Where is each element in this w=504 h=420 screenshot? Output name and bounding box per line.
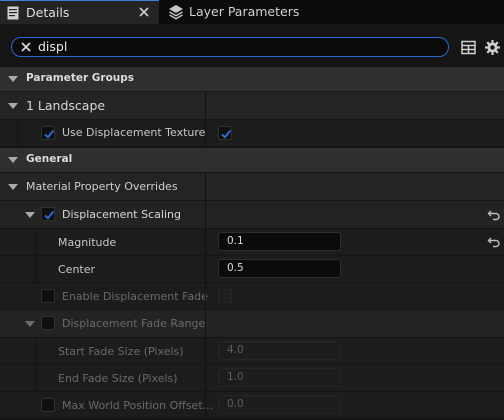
checkmark-icon bbox=[44, 210, 55, 220]
property-label: End Fade Size (Pixels) bbox=[58, 372, 178, 385]
reset-to-default-icon[interactable] bbox=[487, 236, 501, 248]
details-icon bbox=[7, 6, 19, 20]
table-view-icon[interactable] bbox=[461, 40, 476, 55]
column-divider bbox=[205, 92, 206, 119]
collapse-arrow-icon[interactable] bbox=[8, 76, 18, 82]
collapse-arrow-icon[interactable] bbox=[25, 321, 35, 327]
property-label: Start Fade Size (Pixels) bbox=[58, 345, 184, 358]
column-divider bbox=[205, 283, 206, 309]
start-fade-size-field[interactable]: 4.0 bbox=[218, 341, 341, 360]
enable-displacement-fade-checkbox[interactable] bbox=[41, 289, 55, 303]
group-landscape[interactable]: 1 Landscape bbox=[0, 92, 504, 119]
search-box[interactable] bbox=[11, 37, 449, 57]
indent-line bbox=[35, 338, 36, 364]
search-row bbox=[0, 34, 504, 62]
property-displacement-fade-range[interactable]: Displacement Fade Range bbox=[0, 310, 504, 337]
property-max-world-position-offset: Max World Position Offset... 0.0 bbox=[0, 392, 504, 418]
max-world-position-offset-checkbox[interactable] bbox=[41, 398, 55, 412]
property-use-displacement-texture: Use Displacement Texture bbox=[0, 120, 504, 146]
collapse-arrow-icon[interactable] bbox=[25, 212, 35, 218]
property-magnitude: Magnitude 0.1 bbox=[0, 229, 504, 255]
column-divider bbox=[205, 256, 206, 282]
category-parameter-groups[interactable]: Parameter Groups bbox=[0, 67, 504, 91]
property-label: Displacement Scaling bbox=[62, 208, 181, 221]
collapse-arrow-icon[interactable] bbox=[8, 184, 18, 190]
category-label: General bbox=[26, 153, 73, 165]
indent-line bbox=[17, 120, 18, 146]
column-divider bbox=[205, 310, 206, 337]
property-displacement-scaling[interactable]: Displacement Scaling bbox=[0, 201, 504, 228]
enable-displacement-fade-value-checkbox[interactable] bbox=[218, 289, 232, 303]
property-label: Magnitude bbox=[58, 236, 117, 249]
group-label: Material Property Overrides bbox=[26, 180, 178, 193]
use-displacement-texture-checkbox[interactable] bbox=[41, 126, 55, 140]
checkmark-icon bbox=[221, 129, 232, 139]
collapse-arrow-icon[interactable] bbox=[8, 103, 18, 109]
tab-details-label: Details bbox=[26, 5, 70, 20]
indent-line bbox=[35, 229, 36, 255]
property-label: Max World Position Offset... bbox=[62, 399, 214, 412]
category-general[interactable]: General bbox=[0, 148, 504, 172]
clear-search-icon[interactable] bbox=[20, 41, 32, 53]
group-material-property-overrides[interactable]: Material Property Overrides bbox=[0, 173, 504, 200]
property-label: Center bbox=[58, 263, 96, 276]
search-input[interactable] bbox=[38, 38, 418, 55]
tab-layer-parameters[interactable]: Layer Parameters bbox=[162, 0, 342, 24]
column-divider bbox=[205, 229, 206, 255]
indent-line bbox=[35, 256, 36, 282]
column-divider bbox=[205, 201, 206, 228]
end-fade-size-field[interactable]: 1.0 bbox=[218, 368, 341, 387]
group-label: 1 Landscape bbox=[26, 98, 106, 113]
use-displacement-texture-value-checkbox[interactable] bbox=[218, 126, 232, 140]
collapse-arrow-icon[interactable] bbox=[8, 157, 18, 163]
displacement-scaling-checkbox[interactable] bbox=[41, 207, 55, 221]
property-label: Enable Displacement Fade bbox=[62, 290, 208, 303]
property-end-fade-size: End Fade Size (Pixels) 1.0 bbox=[0, 365, 504, 391]
max-world-position-offset-field[interactable]: 0.0 bbox=[218, 395, 341, 414]
tab-details[interactable]: Details bbox=[0, 0, 159, 24]
layers-icon bbox=[169, 5, 183, 20]
property-label: Displacement Fade Range bbox=[62, 317, 206, 330]
property-enable-displacement-fade: Enable Displacement Fade bbox=[0, 283, 504, 309]
column-divider bbox=[205, 365, 206, 391]
tab-layer-parameters-label: Layer Parameters bbox=[189, 4, 300, 19]
property-label: Use Displacement Texture bbox=[62, 126, 206, 139]
column-divider bbox=[205, 338, 206, 364]
tab-bar: Details Layer Parameters bbox=[0, 0, 504, 24]
column-divider bbox=[205, 173, 206, 200]
reset-to-default-icon[interactable] bbox=[487, 209, 501, 221]
close-icon[interactable] bbox=[137, 5, 151, 19]
column-divider bbox=[205, 392, 206, 418]
gear-icon[interactable] bbox=[484, 39, 501, 56]
indent-line bbox=[35, 365, 36, 391]
property-start-fade-size: Start Fade Size (Pixels) 4.0 bbox=[0, 338, 504, 364]
displacement-fade-range-checkbox[interactable] bbox=[41, 316, 55, 330]
checkmark-icon bbox=[44, 129, 55, 139]
center-field[interactable]: 0.5 bbox=[218, 259, 341, 278]
magnitude-field[interactable]: 0.1 bbox=[218, 232, 341, 251]
column-divider bbox=[205, 120, 206, 146]
category-label: Parameter Groups bbox=[26, 72, 135, 84]
property-center: Center 0.5 bbox=[0, 256, 504, 282]
